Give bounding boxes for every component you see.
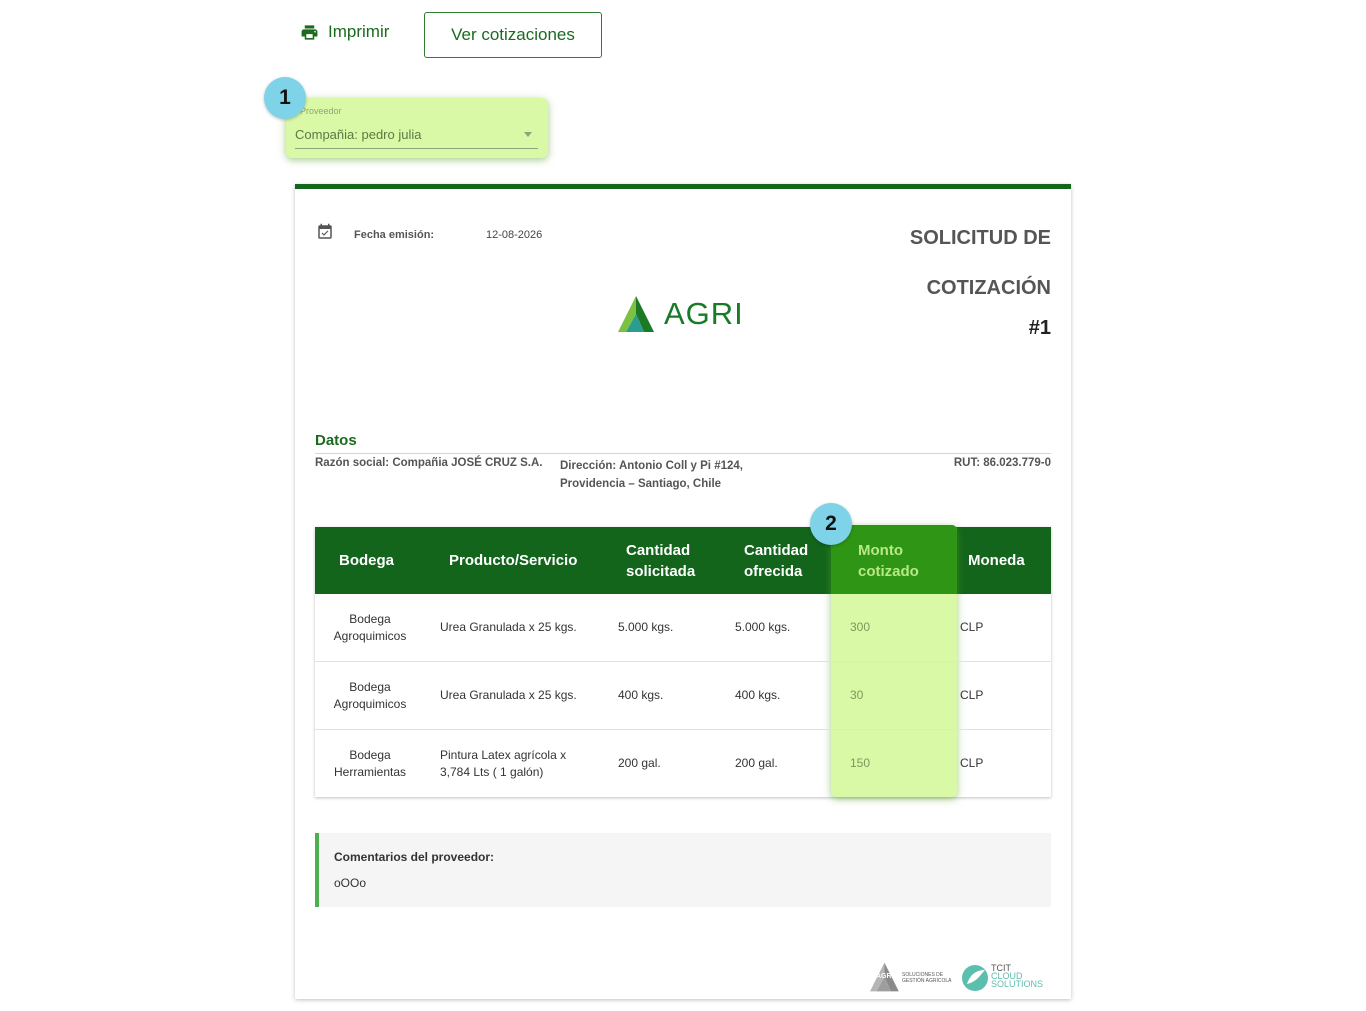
- direccion-line2: Providencia – Santiago, Chile: [560, 478, 722, 490]
- th-cantidad-ofrecida: Cantidad ofrecida: [744, 541, 809, 580]
- view-quotes-button[interactable]: Ver cotizaciones: [424, 12, 602, 58]
- cell-solicitada: 200 gal.: [618, 756, 661, 770]
- tcit-leaf-icon: [962, 965, 988, 991]
- cell-moneda: CLP: [960, 620, 984, 634]
- cell-ofrecida: 400 kgs.: [735, 688, 781, 702]
- cell-monto[interactable]: 300: [850, 594, 870, 661]
- row-divider: [315, 661, 1051, 662]
- th-moneda: Moneda: [968, 552, 1025, 569]
- select-underline: [295, 148, 538, 149]
- chevron-down-icon[interactable]: [524, 132, 532, 137]
- agri-logo: AGRI: [618, 294, 748, 334]
- cell-monto[interactable]: 150: [850, 730, 870, 797]
- print-label: Imprimir: [328, 22, 390, 41]
- cell-ofrecida: 200 gal.: [735, 756, 778, 770]
- doc-title-line2: COTIZACIÓN: [926, 277, 1051, 299]
- razon-social: Razón social: Compañia JOSÉ CRUZ S.A.: [315, 457, 543, 469]
- th-bodega: Bodega: [339, 552, 395, 569]
- agri-logo-icon: [618, 296, 654, 332]
- footer-agri-badge: AGRI: [876, 973, 894, 980]
- direccion-line1: Dirección: Antonio Coll y Pi #124,: [560, 460, 743, 472]
- cell-bodega: Bodega Agroquimicos: [333, 679, 407, 711]
- step-marker-1: 1: [264, 77, 306, 119]
- footer-tcit-text: TCIT CLOUD SOLUTIONS: [991, 963, 1044, 989]
- datos-heading: Datos: [315, 432, 357, 449]
- provider-label: Proveedor: [300, 106, 342, 116]
- th-cantidad-solicitada: Cantidad solicitada: [626, 541, 696, 580]
- footer-tcit-logo: TCIT CLOUD SOLUTIONS: [961, 961, 1051, 995]
- comments-text: oOOo: [334, 876, 367, 890]
- issue-date-label: Fecha emisión:: [354, 229, 435, 241]
- doc-number: #1: [1028, 317, 1051, 339]
- cell-producto: Urea Granulada x 25 kgs.: [440, 688, 577, 702]
- cell-bodega: Bodega Herramientas: [333, 747, 407, 779]
- cell-ofrecida: 5.000 kgs.: [735, 620, 791, 634]
- footer-agri-logo: AGRI SOLUCIONES DE GESTIÓN AGRÍCOLA: [870, 959, 960, 995]
- datos-divider: [315, 453, 1051, 454]
- print-button[interactable]: Imprimir: [300, 22, 389, 42]
- issue-date-value: 12-08-2026: [486, 229, 543, 241]
- printer-icon: [301, 24, 318, 40]
- rut: RUT: 86.023.779-0: [953, 457, 1051, 469]
- th-monto-cotizado: Monto cotizado: [858, 541, 919, 580]
- cell-moneda: CLP: [960, 688, 984, 702]
- cell-producto: Urea Granulada x 25 kgs.: [440, 620, 577, 634]
- cell-solicitada: 5.000 kgs.: [618, 620, 674, 634]
- th-producto: Producto/Servicio: [449, 552, 578, 569]
- cell-solicitada: 400 kgs.: [618, 688, 664, 702]
- provider-comments: Comentarios del proveedor: oOOo: [315, 833, 1051, 907]
- direccion: Dirección: Antonio Coll y Pi #124, Provi…: [560, 457, 790, 493]
- provider-select[interactable]: Proveedor Compañia: pedro julia: [286, 98, 548, 158]
- row-divider: [315, 729, 1051, 730]
- quotation-table: Bodega Producto/Servicio Cantidad solicit…: [315, 525, 1051, 797]
- quotation-document: Fecha emisión: 12-08-2026 SOLICITUD DE C…: [295, 184, 1071, 999]
- comments-title: Comentarios del proveedor:: [334, 850, 495, 864]
- cell-bodega: Bodega Agroquimicos: [333, 611, 407, 643]
- step-marker-2: 2: [810, 503, 852, 545]
- cell-producto: Pintura Latex agrícola x 3,784 Lts ( 1 ga…: [440, 747, 567, 779]
- footer-agri-tagline: SOLUCIONES DE GESTIÓN AGRÍCOLA: [902, 972, 952, 984]
- doc-title-line1: SOLICITUD DE: [909, 227, 1051, 249]
- provider-value: Compañia: pedro julia: [295, 127, 422, 142]
- calendar-check-icon: [318, 223, 332, 239]
- cell-monto[interactable]: 30: [850, 662, 863, 729]
- agri-logo-text: AGRI: [664, 296, 744, 331]
- cell-moneda: CLP: [960, 756, 984, 770]
